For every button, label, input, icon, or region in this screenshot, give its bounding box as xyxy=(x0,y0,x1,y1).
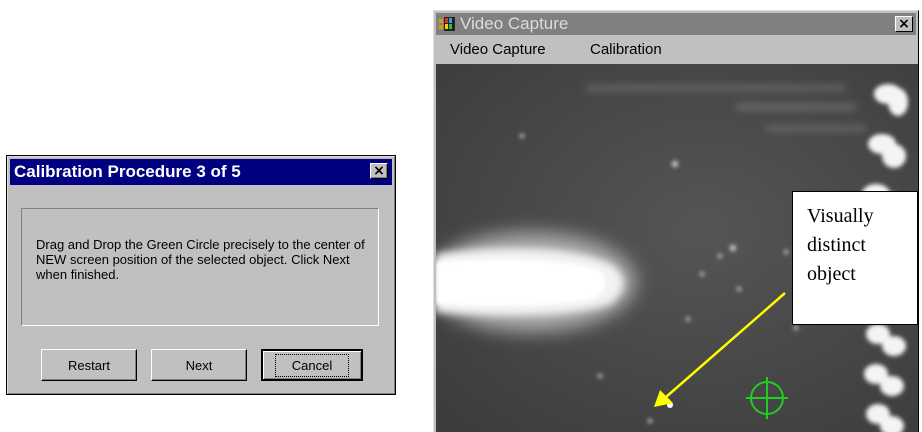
dialog-close-button[interactable]: × xyxy=(370,163,388,179)
video-title-bar[interactable]: Video Capture × xyxy=(436,13,916,35)
menu-calibration[interactable]: Calibration xyxy=(588,37,664,63)
callout-line-1: Visually xyxy=(807,205,874,227)
calibration-dialog: Calibration Procedure 3 of 5 × Drag and … xyxy=(6,155,396,395)
video-close-button[interactable]: × xyxy=(895,16,913,32)
video-window-title: Video Capture xyxy=(460,14,569,33)
dialog-title-bar[interactable]: Calibration Procedure 3 of 5 × xyxy=(10,159,392,185)
menu-bar: Video Capture Calibration xyxy=(436,37,916,63)
callout-line-3: object xyxy=(807,263,856,285)
dialog-title: Calibration Procedure 3 of 5 xyxy=(14,162,241,181)
restart-button-label: Restart xyxy=(68,357,110,373)
cancel-button[interactable]: Cancel xyxy=(261,349,363,381)
restart-button[interactable]: Restart xyxy=(41,349,137,381)
callout-line-2: distinct xyxy=(807,234,866,256)
app-icon xyxy=(439,17,455,31)
menu-video-capture[interactable]: Video Capture xyxy=(448,37,548,63)
instruction-panel: Drag and Drop the Green Circle precisely… xyxy=(21,208,379,326)
next-button[interactable]: Next xyxy=(151,349,247,381)
instruction-text: Drag and Drop the Green Circle precisely… xyxy=(36,237,365,282)
next-button-label: Next xyxy=(185,357,213,373)
cancel-button-label: Cancel xyxy=(274,353,350,377)
callout-box: Visually distinct object xyxy=(792,191,918,325)
